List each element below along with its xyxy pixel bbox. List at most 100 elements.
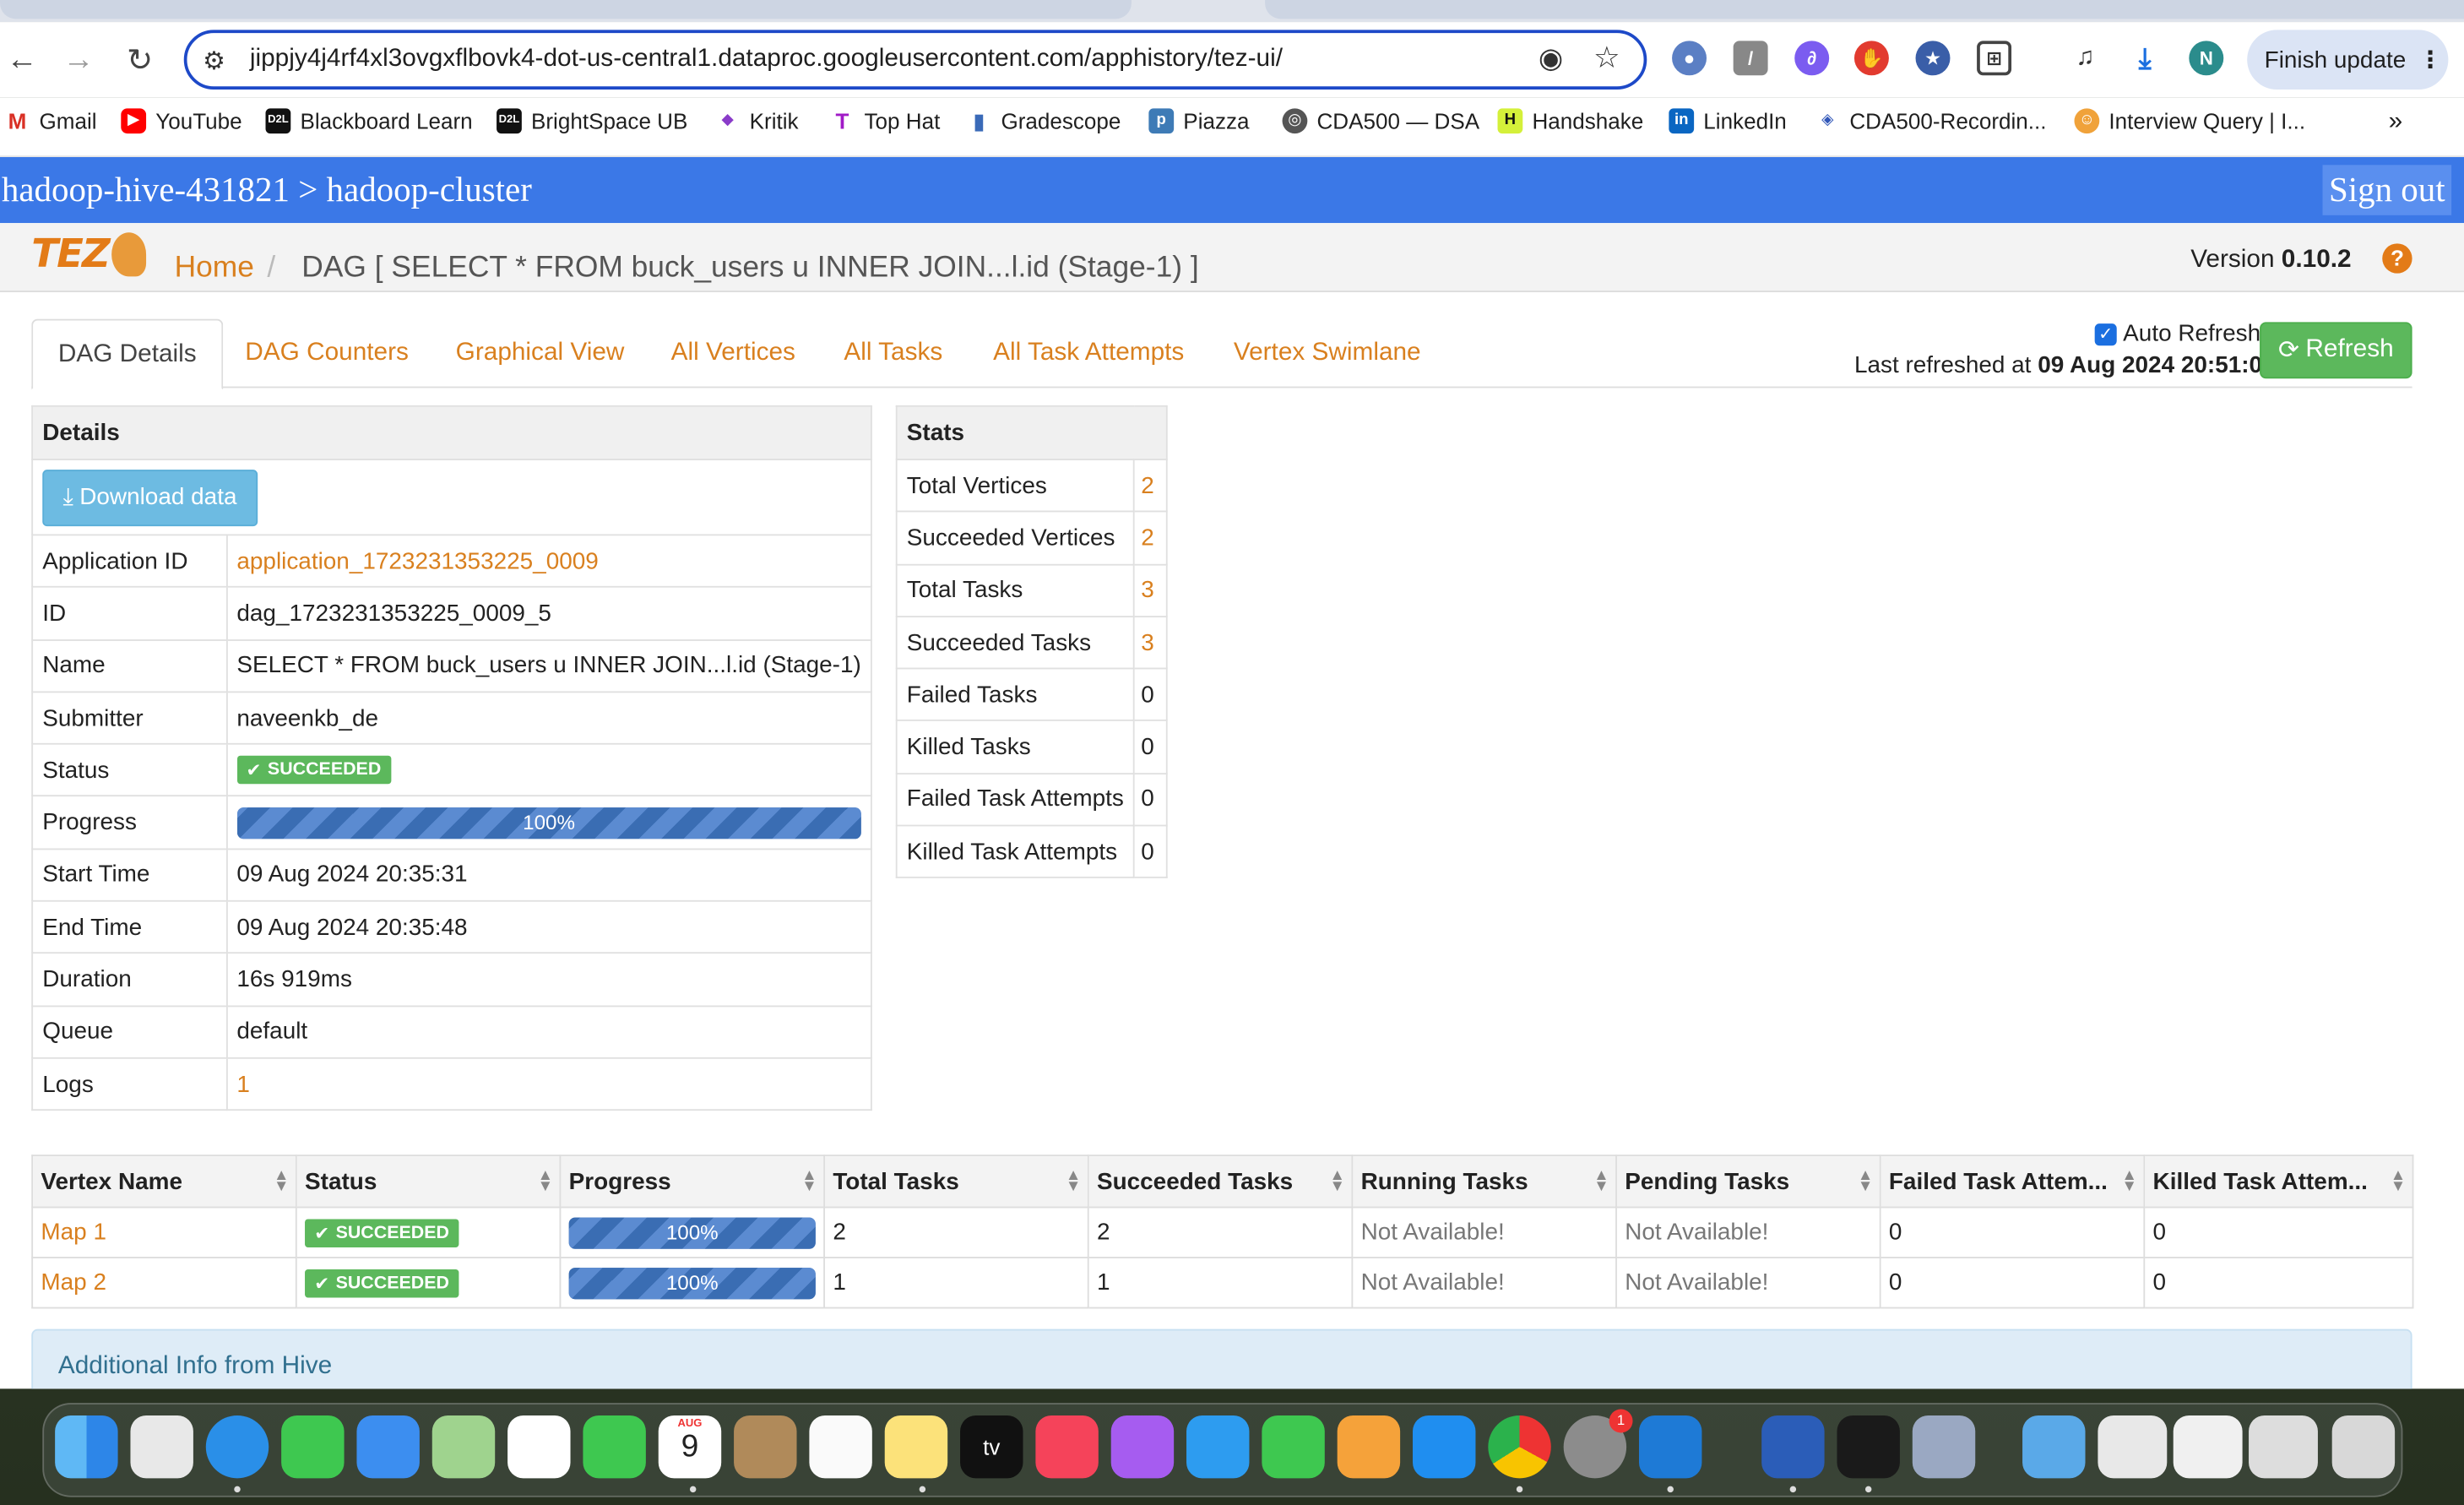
keynote-icon[interactable] [1186, 1415, 1250, 1479]
menu-dots-icon[interactable]: ⋮ [2418, 46, 2442, 74]
tab-all-vertices[interactable]: All Vertices [671, 319, 795, 388]
extension-icon[interactable]: / [1733, 41, 1768, 76]
bookmark-cda500-recording[interactable]: ◈ CDA500-Recordin... [1815, 108, 2047, 134]
sort-icon[interactable]: ▲ ▼ [1858, 1168, 1873, 1195]
tab-graphical-view[interactable]: Graphical View [456, 319, 625, 388]
facetime-icon[interactable] [583, 1415, 646, 1479]
vscode-icon[interactable] [1638, 1415, 1702, 1479]
column-header[interactable]: Succeeded Tasks ▲ ▼ [1087, 1155, 1354, 1209]
help-icon[interactable]: ? [2382, 243, 2412, 274]
finder-icon[interactable] [55, 1415, 118, 1479]
vertex-name-link[interactable]: Map 1 [31, 1206, 297, 1258]
browser-tab[interactable] [1265, 0, 2464, 19]
tez-logo[interactable]: TEZ [31, 231, 147, 277]
profile-avatar[interactable]: N [2189, 41, 2224, 76]
sort-icon[interactable]: ▲ ▼ [274, 1168, 289, 1195]
bookmark-kritik[interactable]: ◆ Kritik [714, 108, 799, 134]
sort-icon[interactable]: ▲ ▼ [801, 1168, 817, 1195]
notes-icon[interactable] [884, 1415, 948, 1479]
bookmark-tophat[interactable]: T Top Hat [829, 108, 940, 134]
bookmark-linkedin[interactable]: in LinkedIn [1669, 108, 1787, 134]
bookmark-star-icon[interactable]: ☆ [1593, 41, 1620, 77]
music-icon[interactable] [1035, 1415, 1099, 1479]
more-bookmarks-icon[interactable]: » [2389, 108, 2403, 136]
chrome-icon[interactable] [1488, 1415, 1551, 1479]
column-header[interactable]: Pending Tasks ▲ ▼ [1615, 1155, 1881, 1209]
window-thumbnail[interactable] [2098, 1415, 2168, 1479]
maps-icon[interactable] [431, 1415, 496, 1479]
sort-icon[interactable]: ▲ ▼ [538, 1168, 553, 1195]
bookmark-piazza[interactable]: p Piazza [1148, 108, 1250, 134]
forward-icon[interactable]: → [57, 38, 100, 82]
address-bar[interactable]: ⚙ jippjy4j4rf4xl3ovgxflbovk4-dot-us-cent… [183, 30, 1647, 90]
media-icon[interactable]: ♫ [2068, 41, 2103, 76]
preview-icon[interactable] [1912, 1415, 1976, 1479]
stat-value-link[interactable]: 2 [1132, 511, 1168, 565]
additional-info-panel[interactable]: Additional Info from Hive [31, 1328, 2412, 1389]
column-header[interactable]: Failed Task Attem... ▲ ▼ [1879, 1155, 2146, 1209]
flag-extension-icon[interactable]: ★ [1915, 41, 1951, 76]
window-thumbnail[interactable] [2249, 1415, 2318, 1479]
downloads-folder-icon[interactable] [2022, 1415, 2086, 1479]
site-info-icon[interactable]: ⚙ [203, 46, 225, 77]
photos-icon[interactable] [507, 1415, 571, 1479]
bookmark-cda500-dsa[interactable]: ◎ CDA500 — DSA [1282, 108, 1479, 134]
refresh-button[interactable]: ⟳ Refresh [2260, 322, 2412, 379]
numbers-icon[interactable] [1262, 1415, 1325, 1479]
bookmark-blackboard[interactable]: D2L Blackboard Learn [265, 108, 473, 134]
bookmark-youtube[interactable]: ▶ YouTube [121, 108, 242, 134]
stat-value-link[interactable]: 2 [1132, 459, 1168, 513]
extension-icon[interactable]: ∂ [1794, 41, 1830, 76]
tab-all-task-attempts[interactable]: All Task Attempts [993, 319, 1184, 388]
stat-value-link[interactable]: 3 [1132, 563, 1168, 617]
application-id-link[interactable]: application_1723231353225_0009 [225, 534, 872, 589]
auto-refresh-checkbox[interactable]: ✓ [2094, 323, 2117, 345]
bookmark-brightspace[interactable]: D2L BrightSpace UB [497, 108, 687, 134]
column-header[interactable]: Running Tasks ▲ ▼ [1351, 1155, 1617, 1209]
tab-dag-counters[interactable]: DAG Counters [245, 319, 409, 388]
logs-link[interactable]: 1 [225, 1057, 872, 1111]
podcasts-icon[interactable] [1110, 1415, 1175, 1479]
launchpad-icon[interactable] [130, 1415, 193, 1479]
tab-dag-details[interactable]: DAG Details [31, 318, 224, 390]
word-icon[interactable] [1761, 1415, 1825, 1479]
sort-icon[interactable]: ▲ ▼ [2391, 1168, 2406, 1195]
download-data-button[interactable]: ⤓ Download data [42, 469, 258, 526]
tab-all-tasks[interactable]: All Tasks [844, 319, 942, 388]
terminal-icon[interactable] [1837, 1415, 1900, 1479]
extension-icon[interactable]: ● [1672, 41, 1707, 76]
vertex-name-link[interactable]: Map 2 [31, 1257, 297, 1309]
sort-icon[interactable]: ▲ ▼ [1593, 1168, 1609, 1195]
system-settings-icon[interactable]: 1 [1563, 1409, 1633, 1479]
safari-icon[interactable] [205, 1415, 269, 1479]
bookmark-gradescope[interactable]: ▮ Gradescope [966, 108, 1121, 134]
messages-icon[interactable] [281, 1415, 345, 1479]
contacts-icon[interactable] [734, 1415, 797, 1479]
bookmark-handshake[interactable]: H Handshake [1497, 108, 1643, 134]
sign-out-button[interactable]: Sign out [2322, 165, 2452, 215]
calendar-icon[interactable]: AUG 9 [658, 1415, 722, 1479]
column-header[interactable]: Status ▲ ▼ [295, 1155, 562, 1209]
puzzle-icon[interactable]: ⊞ [1977, 41, 2012, 76]
browser-tab[interactable] [0, 0, 1132, 19]
app-store-icon[interactable] [1413, 1415, 1476, 1479]
back-icon[interactable]: ← [0, 38, 44, 82]
sort-icon[interactable]: ▲ ▼ [1066, 1168, 1081, 1195]
auto-refresh-toggle[interactable]: ✓ Auto Refresh [2094, 320, 2260, 347]
bookmark-interview-query[interactable]: ☺ Interview Query | I... [2074, 108, 2305, 134]
sort-icon[interactable]: ▲ ▼ [1330, 1168, 1345, 1195]
extension-icon[interactable]: ✋ [1853, 41, 1889, 76]
finish-update-button[interactable]: Finish update ⋮ [2247, 30, 2449, 90]
reminders-icon[interactable] [809, 1415, 872, 1479]
window-thumbnail[interactable] [2173, 1415, 2243, 1479]
trash-icon[interactable] [2331, 1415, 2396, 1479]
column-header[interactable]: Killed Task Attem... ▲ ▼ [2143, 1155, 2414, 1209]
download-icon[interactable]: ⤓ [2127, 41, 2163, 76]
stat-value-link[interactable]: 3 [1132, 615, 1168, 670]
column-header[interactable]: Vertex Name ▲ ▼ [31, 1155, 297, 1209]
eye-slash-icon[interactable]: ◉ [1539, 42, 1563, 75]
home-link[interactable]: Home [175, 252, 254, 286]
apple-tv-icon[interactable]: tv [960, 1415, 1023, 1479]
reload-icon[interactable]: ↻ [118, 38, 162, 82]
pages-icon[interactable] [1337, 1415, 1401, 1479]
